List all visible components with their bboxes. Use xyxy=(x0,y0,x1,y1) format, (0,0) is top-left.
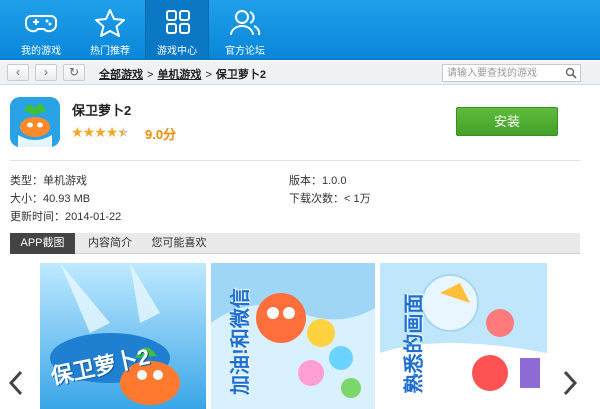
chevron-right-icon: › xyxy=(44,65,48,79)
gamepad-icon xyxy=(25,15,57,33)
chevron-right-icon xyxy=(563,370,578,396)
tab-you-may-like[interactable]: 您可能喜欢 xyxy=(144,233,214,254)
divider xyxy=(10,160,580,161)
breadcrumb: 全部游戏 > 单机游戏 > 保卫萝卜2 xyxy=(99,66,266,82)
star-icon xyxy=(95,9,125,37)
nav-label: 我的游戏 xyxy=(21,46,61,57)
screenshot-caption: 加油!和微信 xyxy=(229,288,252,395)
refresh-button[interactable]: ↻ xyxy=(63,64,85,81)
back-button[interactable]: ‹ xyxy=(7,64,29,81)
star-icon: ★ xyxy=(71,124,84,140)
nav-official-forum[interactable]: 官方论坛 xyxy=(213,0,277,60)
star-half-icon: ★ xyxy=(117,124,130,140)
meta-version: 版本：1.0.0 xyxy=(289,175,347,187)
breadcrumb-current: 保卫萝卜2 xyxy=(215,69,266,81)
breadcrumb-single-player[interactable]: 单机游戏 xyxy=(157,69,201,81)
nav-label: 游戏中心 xyxy=(157,46,197,57)
tab-description[interactable]: 内容简介 xyxy=(78,233,142,254)
users-icon xyxy=(230,10,261,36)
screenshot-caption: 熟悉的画面 xyxy=(403,293,426,394)
meta-updated: 更新时间：2014-01-22 xyxy=(10,211,122,223)
refresh-icon: ↻ xyxy=(68,65,80,79)
nav-hot-recommend[interactable]: 热门推荐 xyxy=(78,0,142,60)
install-button[interactable]: 安装 xyxy=(456,107,558,136)
screenshot-1[interactable]: 保卫萝卜2 xyxy=(40,263,206,409)
forward-button[interactable]: › xyxy=(35,64,57,81)
carousel-prev-button[interactable] xyxy=(6,370,26,396)
rating-score: 9.0分 xyxy=(145,127,177,142)
chevron-left-icon xyxy=(8,370,23,396)
breadcrumb-separator: > xyxy=(147,69,154,81)
star-icon: ★ xyxy=(105,124,119,140)
meta-type: 类型：单机游戏 xyxy=(10,175,87,187)
screenshot-2[interactable]: 加油!和微信 xyxy=(211,263,375,409)
star-icon: ★ xyxy=(82,124,96,140)
carrot-logo-icon xyxy=(10,97,60,147)
rating-stars: ★★★★★ xyxy=(71,124,130,141)
detail-tabs: APP截图 内容简介 您可能喜欢 xyxy=(10,233,580,254)
search-icon[interactable] xyxy=(565,67,577,79)
breadcrumb-separator: > xyxy=(205,69,212,81)
carousel-next-button[interactable] xyxy=(560,370,580,396)
tab-app-screenshots[interactable]: APP截图 xyxy=(10,233,75,254)
meta-size: 大小：40.93 MB xyxy=(10,193,91,205)
star-icon: ★ xyxy=(94,124,107,140)
nav-label: 官方论坛 xyxy=(225,46,265,57)
search-input[interactable] xyxy=(443,65,561,82)
top-nav-bar: 我的游戏 热门推荐 游戏中心 官方论坛 xyxy=(0,0,600,60)
grid-icon xyxy=(166,10,190,34)
search-box xyxy=(442,64,581,82)
chevron-left-icon: ‹ xyxy=(16,65,20,79)
nav-game-center[interactable]: 游戏中心 xyxy=(145,0,209,60)
nav-label: 热门推荐 xyxy=(90,46,130,57)
address-bar: ‹ › ↻ 全部游戏 > 单机游戏 > 保卫萝卜2 xyxy=(0,61,600,85)
app-title: 保卫萝卜2 xyxy=(72,103,132,118)
nav-my-games[interactable]: 我的游戏 xyxy=(9,0,73,60)
screenshot-3[interactable]: 熟悉的画面 xyxy=(380,263,547,409)
breadcrumb-all-games[interactable]: 全部游戏 xyxy=(99,69,143,81)
app-icon xyxy=(10,97,60,147)
meta-downloads: 下载次数：< 1万 xyxy=(289,193,371,205)
